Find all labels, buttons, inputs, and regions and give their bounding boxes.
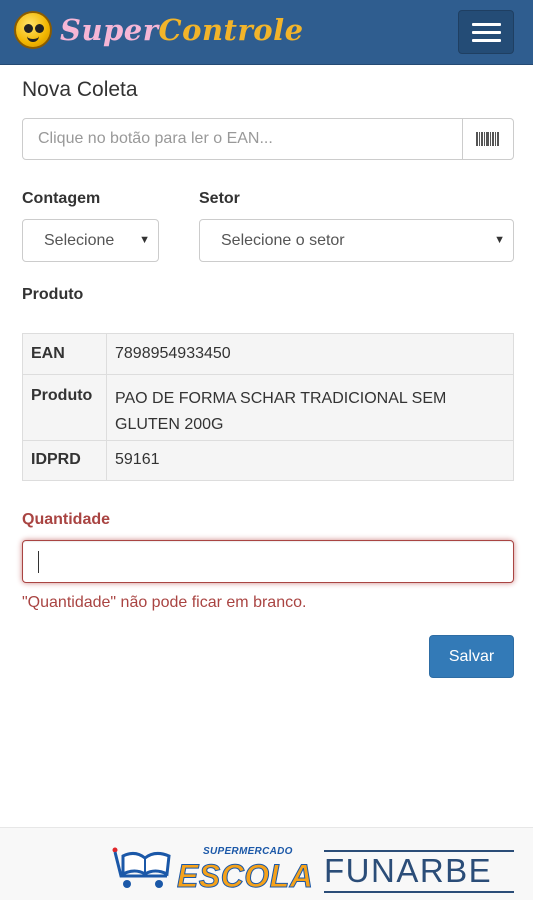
quantidade-label: Quantidade xyxy=(22,511,111,528)
hamburger-menu-icon[interactable] xyxy=(458,10,514,54)
escola-small-text: SUPERMERCADO xyxy=(203,846,293,857)
contagem-label: Contagem xyxy=(22,190,101,207)
table-key-cell: Produto xyxy=(22,374,107,441)
page-title: Nova Coleta xyxy=(22,78,138,101)
barcode-icon xyxy=(476,132,500,146)
dropdown-arrow-icon: ▼ xyxy=(139,234,150,246)
smiley-logo-icon xyxy=(14,11,52,49)
table-key-cell: EAN xyxy=(22,333,107,375)
quantidade-input[interactable] xyxy=(22,540,514,583)
footer: SUPERMERCADO ESCOLA FUNARBE xyxy=(0,827,533,900)
contagem-selected-value: Selecione xyxy=(44,231,115,249)
top-navbar: SuperControle xyxy=(0,0,533,65)
ean-input-group: Clique no botão para ler o EAN... xyxy=(22,118,514,160)
brand-controle-text: Controle xyxy=(158,13,304,47)
table-row: IDPRD 59161 xyxy=(22,440,514,481)
table-row: Produto PAO DE FORMA SCHAR TRADICIONAL S… xyxy=(22,374,514,441)
table-value-cell: 59161 xyxy=(106,440,514,481)
save-button[interactable]: Salvar xyxy=(429,635,514,678)
produto-section-label: Produto xyxy=(22,286,84,303)
text-cursor xyxy=(38,551,39,573)
brand-name: SuperControle xyxy=(60,13,304,47)
setor-selected-value: Selecione o setor xyxy=(221,231,345,249)
product-details-table: EAN 7898954933450 Produto PAO DE FORMA S… xyxy=(22,333,514,481)
quantidade-error-message: "Quantidade" não pode ficar em branco. xyxy=(22,594,307,611)
contagem-select[interactable]: Selecione ▼ xyxy=(22,219,159,262)
escola-big-text: ESCOLA xyxy=(176,858,314,895)
brand-super-text: Super xyxy=(60,13,159,47)
supermercado-escola-logo: SUPERMERCADO ESCOLA xyxy=(111,840,313,895)
setor-select[interactable]: Selecione o setor ▼ xyxy=(199,219,514,262)
table-value-cell: PAO DE FORMA SCHAR TRADICIONAL SEM GLUTE… xyxy=(106,374,514,441)
funarbe-logo: FUNARBE xyxy=(324,852,493,889)
setor-label: Setor xyxy=(199,190,240,207)
table-value-cell: 7898954933450 xyxy=(106,333,514,375)
dropdown-arrow-icon: ▼ xyxy=(494,234,505,246)
brand-logo-link[interactable]: SuperControle xyxy=(14,11,304,49)
scan-barcode-button[interactable] xyxy=(462,118,514,160)
table-key-cell: IDPRD xyxy=(22,440,107,481)
funarbe-bottom-line xyxy=(324,891,514,893)
shopping-cart-book-icon xyxy=(112,847,171,888)
ean-input[interactable]: Clique no botão para ler o EAN... xyxy=(22,118,463,160)
table-row: EAN 7898954933450 xyxy=(22,333,514,375)
